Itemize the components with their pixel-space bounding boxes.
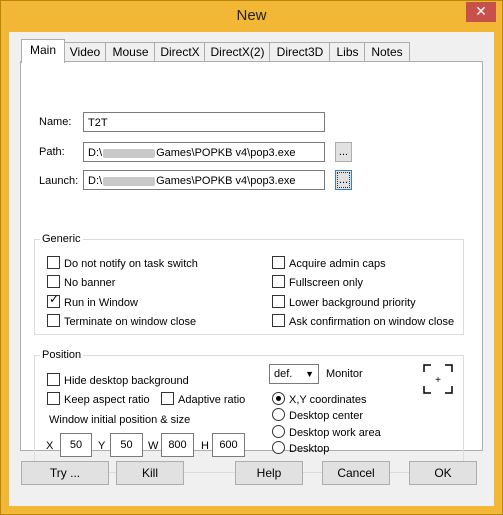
checkbox-box bbox=[272, 295, 285, 308]
generic-title: Generic bbox=[40, 233, 83, 245]
browse-launch-button[interactable]: ... bbox=[335, 170, 352, 190]
browse-path-button[interactable]: ... bbox=[335, 142, 352, 162]
dialog-window: New ✕ Main Video Mouse DirectX DirectX(2… bbox=[0, 0, 503, 515]
x-label: X bbox=[46, 440, 54, 452]
help-button[interactable]: Help bbox=[235, 461, 303, 485]
run-in-window-checkbox[interactable]: ✓ Run in Window bbox=[47, 292, 138, 309]
no-banner-checkbox[interactable]: No banner bbox=[47, 275, 115, 289]
checkbox-label: Fullscreen only bbox=[289, 277, 363, 289]
monitor-select[interactable]: def. ▼ bbox=[269, 364, 319, 384]
checkbox-box bbox=[272, 314, 285, 327]
launch-label: Launch: bbox=[39, 175, 79, 187]
checkbox-label: Terminate on window close bbox=[64, 316, 197, 328]
radio-label: Desktop center bbox=[289, 410, 363, 422]
close-button[interactable]: ✕ bbox=[466, 2, 496, 22]
monitor-value: def. bbox=[274, 368, 293, 380]
path-field[interactable]: D:\ Games\POPKB v4\pop3.exe bbox=[83, 142, 325, 162]
ask-confirmation-checkbox[interactable]: Ask confirmation on window close bbox=[272, 314, 454, 328]
checkbox-box bbox=[47, 314, 60, 327]
checkbox-label: Lower background priority bbox=[289, 297, 416, 309]
checkbox-box bbox=[47, 373, 60, 386]
tab-libs[interactable]: Libs bbox=[329, 42, 366, 61]
checkbox-box bbox=[272, 256, 285, 269]
h-label: H bbox=[201, 440, 209, 452]
tab-direct3d[interactable]: Direct3D bbox=[269, 42, 331, 61]
position-picker-icon[interactable]: + bbox=[423, 364, 453, 394]
position-title: Position bbox=[40, 349, 84, 361]
checkbox-box bbox=[47, 392, 60, 405]
dialog-client: Main Video Mouse DirectX DirectX(2) Dire… bbox=[9, 32, 494, 506]
radio-circle bbox=[272, 441, 285, 454]
launch-field[interactable]: D:\ Games\POPKB v4\pop3.exe bbox=[83, 170, 325, 190]
launch-prefix: D:\ bbox=[88, 175, 103, 187]
launch-suffix: Games\POPKB v4\pop3.exe bbox=[156, 175, 296, 187]
name-label: Name: bbox=[39, 116, 72, 128]
xy-coordinates-radio[interactable]: X,Y coordinates bbox=[272, 392, 366, 406]
radio-dot bbox=[276, 396, 281, 401]
admin-caps-checkbox[interactable]: Acquire admin caps bbox=[272, 256, 386, 270]
checkbox-box bbox=[47, 275, 60, 288]
checkbox-label: No banner bbox=[64, 277, 116, 289]
checkbox-box bbox=[161, 392, 174, 405]
radio-label: Desktop work area bbox=[289, 427, 381, 439]
name-field[interactable]: T2T bbox=[83, 112, 325, 132]
tab-pane-main: Name: T2T Path: D:\ Games\POPKB v4\pop3.e… bbox=[20, 61, 483, 473]
y-label: Y bbox=[98, 440, 106, 452]
checkbox-label: Run in Window bbox=[64, 297, 138, 309]
path-label: Path: bbox=[39, 146, 65, 158]
y-field[interactable]: 50 bbox=[110, 433, 143, 457]
initial-position-label: Window initial position & size bbox=[49, 414, 191, 426]
radio-label: X,Y coordinates bbox=[289, 394, 367, 406]
radio-circle bbox=[272, 425, 285, 438]
radio-circle bbox=[272, 408, 285, 421]
cancel-button[interactable]: Cancel bbox=[322, 461, 390, 485]
checkbox-label: Keep aspect ratio bbox=[64, 394, 150, 406]
no-notify-checkbox[interactable]: Do not notify on task switch bbox=[47, 256, 198, 270]
adaptive-ratio-checkbox[interactable]: Adaptive ratio bbox=[161, 392, 245, 406]
radio-label: Desktop bbox=[289, 443, 330, 455]
ok-button[interactable]: OK bbox=[409, 461, 477, 485]
monitor-label: Monitor bbox=[326, 368, 363, 380]
terminate-on-close-checkbox[interactable]: Terminate on window close bbox=[47, 314, 196, 328]
window-title: New bbox=[236, 7, 267, 24]
hide-desktop-checkbox[interactable]: Hide desktop background bbox=[47, 373, 189, 387]
keep-aspect-checkbox[interactable]: Keep aspect ratio bbox=[47, 392, 150, 406]
x-field[interactable]: 50 bbox=[60, 433, 92, 457]
tab-directx2[interactable]: DirectX(2) bbox=[204, 42, 271, 61]
w-label: W bbox=[148, 440, 159, 452]
checkbox-box: ✓ bbox=[47, 292, 60, 308]
w-field[interactable]: 800 bbox=[161, 433, 194, 457]
fullscreen-only-checkbox[interactable]: Fullscreen only bbox=[272, 275, 363, 289]
checkmark-icon: ✓ bbox=[49, 292, 60, 306]
checkbox-box bbox=[272, 275, 285, 288]
checkbox-label: Ask confirmation on window close bbox=[289, 316, 455, 328]
path-prefix: D:\ bbox=[88, 147, 103, 159]
tab-mouse[interactable]: Mouse bbox=[105, 42, 156, 61]
checkbox-label: Do not notify on task switch bbox=[64, 258, 198, 270]
redacted-text bbox=[103, 176, 156, 186]
desktop-center-radio[interactable]: Desktop center bbox=[272, 408, 363, 422]
redacted-text bbox=[103, 148, 156, 158]
radio-circle bbox=[272, 392, 285, 405]
lower-priority-checkbox[interactable]: Lower background priority bbox=[272, 295, 416, 309]
tab-video[interactable]: Video bbox=[63, 42, 107, 61]
desktop-radio[interactable]: Desktop bbox=[272, 441, 329, 455]
kill-button[interactable]: Kill bbox=[116, 461, 184, 485]
checkbox-label: Adaptive ratio bbox=[178, 394, 246, 406]
chevron-down-icon: ▼ bbox=[305, 369, 314, 379]
tab-directx[interactable]: DirectX bbox=[154, 42, 206, 61]
checkbox-label: Hide desktop background bbox=[64, 375, 189, 387]
h-field[interactable]: 600 bbox=[212, 433, 245, 457]
checkbox-label: Acquire admin caps bbox=[289, 258, 386, 270]
tab-notes[interactable]: Notes bbox=[364, 42, 410, 61]
checkbox-box bbox=[47, 256, 60, 269]
tab-main[interactable]: Main bbox=[21, 39, 65, 63]
try-button[interactable]: Try ... bbox=[21, 461, 109, 485]
path-suffix: Games\POPKB v4\pop3.exe bbox=[156, 147, 296, 159]
desktop-work-area-radio[interactable]: Desktop work area bbox=[272, 425, 381, 439]
bracket-glyph: + bbox=[435, 375, 441, 386]
